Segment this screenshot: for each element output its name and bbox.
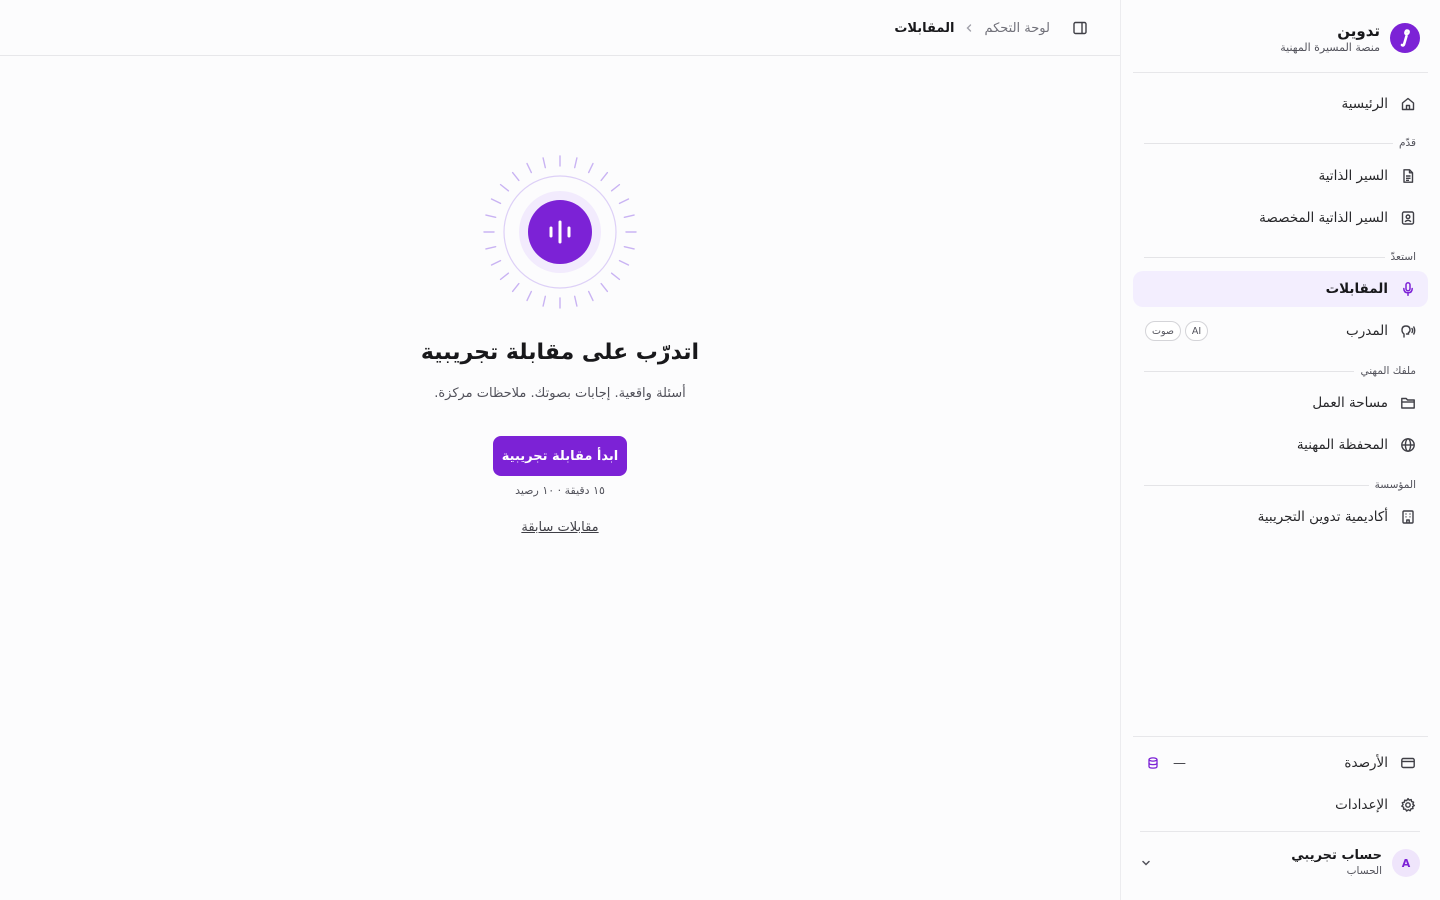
past-interviews-link[interactable]: مقابلات سابقة xyxy=(460,520,660,535)
sidebar-item-label: الرئيسية xyxy=(1341,96,1389,112)
decorative-ray xyxy=(490,259,502,266)
gear-icon xyxy=(1400,797,1416,813)
decorative-ray xyxy=(600,171,609,182)
page-subtitle: أسئلة واقعية. إجابات بصوتك. ملاحظات مركز… xyxy=(434,386,686,401)
decorative-ray xyxy=(623,245,635,250)
page-title: اتدرّب على مقابلة تجريبية xyxy=(420,340,700,365)
decorative-ray xyxy=(490,198,502,205)
decorative-ray xyxy=(573,157,578,169)
section-label-prepare: استعدّ xyxy=(1144,250,1416,264)
document-icon xyxy=(1400,168,1416,184)
cta-meta-text: ١٥ دقيقة · ١٠ رصيد xyxy=(515,484,605,497)
section-label-text: استعدّ xyxy=(1390,251,1416,263)
decorative-ray xyxy=(600,282,609,293)
sidebar-item-home[interactable]: الرئيسية xyxy=(1133,86,1428,122)
sidebar-item-settings[interactable]: الإعدادات xyxy=(1133,787,1428,823)
account-label: الحساب xyxy=(1346,865,1382,877)
decorative-ray xyxy=(587,290,594,302)
credit-card-icon xyxy=(1400,755,1416,771)
globe-icon xyxy=(1400,437,1416,453)
decorative-ray xyxy=(618,198,630,205)
sidebar-divider-top xyxy=(1133,72,1428,73)
building-icon xyxy=(1400,509,1416,525)
sidebar-item-coach[interactable]: المدرب AI صوت xyxy=(1133,313,1428,349)
sidebar-divider-bottom xyxy=(1133,736,1428,737)
brand[interactable]: تدوين منصة المسيرة المهنية xyxy=(1130,18,1420,58)
chevron-down-icon[interactable] xyxy=(1138,855,1154,871)
chevron-left-icon xyxy=(964,23,974,33)
brand-subtitle: منصة المسيرة المهنية xyxy=(1280,41,1380,54)
top-bar: لوحة التحكم المقابلات xyxy=(0,0,1120,56)
decorative-ray xyxy=(499,183,510,192)
microphone-icon xyxy=(1400,281,1416,297)
sidebar-item-label: المقابلات xyxy=(1325,281,1388,297)
sidebar-item-label: السير الذاتية المخصصة xyxy=(1259,210,1388,226)
voice-wave-icon xyxy=(483,155,637,309)
sidebar-item-credits[interactable]: الأرصدة — xyxy=(1133,745,1428,781)
sidebar-item-label: الأرصدة xyxy=(1344,755,1388,771)
decorative-ray xyxy=(511,171,520,182)
credits-value: — xyxy=(1173,755,1186,771)
sidebar-divider-account xyxy=(1140,831,1420,832)
voice-badge: صوت xyxy=(1145,321,1181,341)
decorative-ray xyxy=(499,272,510,281)
decorative-ray xyxy=(610,183,621,192)
avatar: A xyxy=(1392,849,1420,877)
decorative-ray xyxy=(618,259,630,266)
sidebar-item-label: السير الذاتية xyxy=(1318,168,1389,184)
sidebar-item-portfolio[interactable]: المحفظة المهنية xyxy=(1133,427,1428,463)
sidebar-item-label: المدرب xyxy=(1346,323,1388,339)
sidebar-item-label: مساحة العمل xyxy=(1312,395,1388,411)
sidebar-item-label: أكاديمية تدوين التجريبية xyxy=(1257,509,1388,525)
section-label-text: قدّم xyxy=(1398,137,1416,149)
sidebar-item-custom-resumes[interactable]: السير الذاتية المخصصة xyxy=(1133,200,1428,236)
decorative-ray xyxy=(511,282,520,293)
decorative-ray xyxy=(526,162,533,174)
sidebar-item-interviews[interactable]: المقابلات xyxy=(1133,271,1428,307)
decorative-ray xyxy=(542,157,547,169)
sidebar: تدوين منصة المسيرة المهنية الرئيسية قدّم… xyxy=(1120,0,1440,900)
sidebar-item-label: المحفظة المهنية xyxy=(1296,437,1388,453)
decorative-ray xyxy=(610,272,621,281)
voice-coach-icon xyxy=(1400,323,1416,339)
sidebar-item-workspace[interactable]: مساحة العمل xyxy=(1133,385,1428,421)
section-label-institution: المؤسسة xyxy=(1144,478,1416,492)
home-icon xyxy=(1400,96,1416,112)
decorative-ray xyxy=(526,290,533,302)
ai-badge: AI xyxy=(1184,321,1209,341)
breadcrumb-current: المقابلات xyxy=(894,20,955,36)
coins-icon xyxy=(1145,755,1161,771)
decorative-ray xyxy=(623,214,635,219)
brand-name: تدوين xyxy=(1337,22,1380,40)
breadcrumb: لوحة التحكم المقابلات xyxy=(894,18,1050,38)
brand-logo-icon xyxy=(1390,23,1420,53)
decorative-ray xyxy=(485,245,497,250)
decorative-ray xyxy=(485,214,497,219)
decorative-ray xyxy=(587,162,594,174)
contact-card-icon xyxy=(1400,210,1416,226)
folder-icon xyxy=(1400,395,1416,411)
decorative-ray xyxy=(573,295,578,307)
breadcrumb-dashboard-link[interactable]: لوحة التحكم xyxy=(984,21,1050,36)
sidebar-toggle-icon[interactable] xyxy=(1070,18,1090,38)
account-name: حساب تجريبي xyxy=(1291,848,1382,863)
sidebar-item-label: الإعدادات xyxy=(1335,797,1388,813)
account-menu[interactable]: A حساب تجريبي الحساب xyxy=(1138,846,1420,880)
decorative-ray xyxy=(542,295,547,307)
section-label-profile: ملفك المهني xyxy=(1144,364,1416,378)
sidebar-item-academy[interactable]: أكاديمية تدوين التجريبية xyxy=(1133,499,1428,535)
section-label-apply: قدّم xyxy=(1144,136,1416,150)
start-mock-interview-button[interactable]: ابدأ مقابلة تجريبية xyxy=(493,436,627,476)
section-label-text: ملفك المهني xyxy=(1360,365,1416,377)
section-label-text: المؤسسة xyxy=(1374,479,1416,491)
sidebar-item-resumes[interactable]: السير الذاتية xyxy=(1133,158,1428,194)
